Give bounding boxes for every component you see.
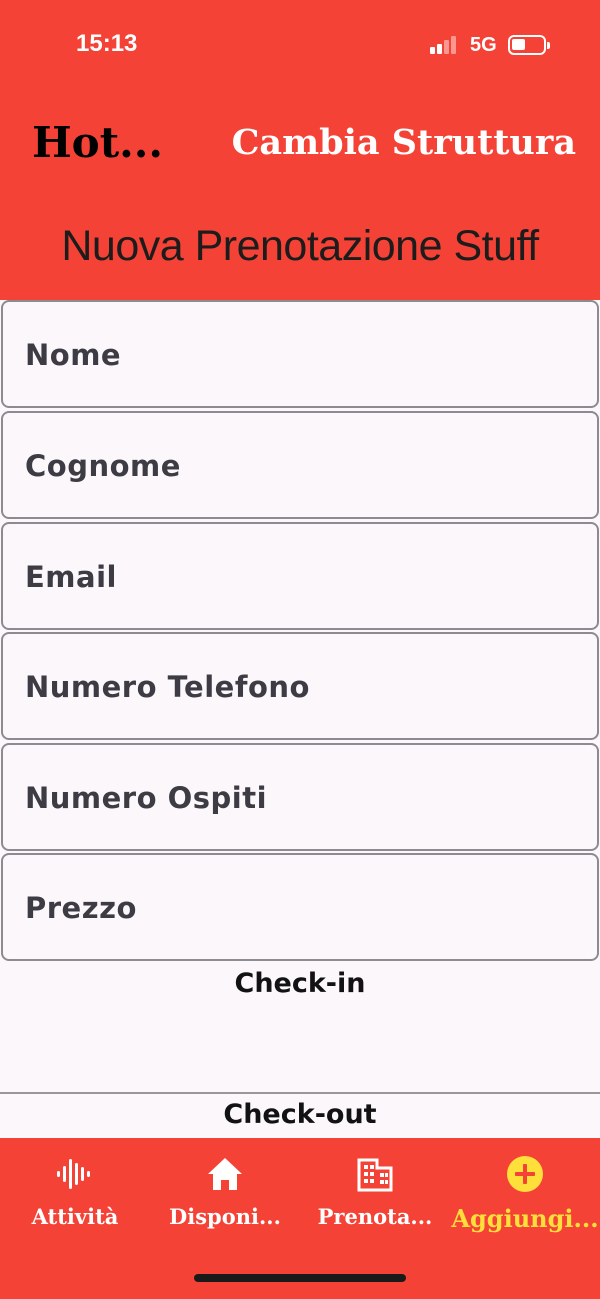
checkin-label: Check-in — [234, 968, 366, 999]
last-name-field[interactable]: Cognome — [1, 411, 599, 519]
last-name-label: Cognome — [25, 449, 181, 483]
plus-circle-icon — [507, 1156, 543, 1192]
battery-icon — [508, 35, 550, 55]
email-label: Email — [25, 560, 117, 594]
change-structure-button[interactable]: Cambia Struttura — [232, 122, 576, 163]
tab-add[interactable]: Aggiungi... — [450, 1138, 600, 1248]
page-title: Nuova Prenotazione Stuff — [61, 222, 539, 270]
home-indicator[interactable] — [194, 1274, 406, 1282]
tab-bookings-label: Prenota... — [317, 1204, 433, 1229]
network-label: 5G — [470, 34, 497, 56]
price-label: Prezzo — [25, 891, 137, 925]
guests-label: Numero Ospiti — [25, 781, 268, 815]
tab-activity-label: Attività — [31, 1204, 119, 1229]
tab-add-label: Aggiungi... — [451, 1204, 599, 1233]
signal-icon — [430, 36, 462, 54]
status-bar: 15:13 5G — [0, 0, 600, 88]
first-name-label: Nome — [25, 338, 122, 372]
guests-field[interactable]: Numero Ospiti — [1, 743, 599, 851]
tab-activity[interactable]: Attività — [0, 1138, 150, 1248]
app-title: Hot... — [32, 118, 163, 167]
status-time: 15:13 — [76, 30, 138, 57]
divider — [0, 1092, 600, 1094]
checkout-label: Check-out — [223, 1099, 377, 1130]
tab-availability-label: Disponi... — [169, 1204, 281, 1229]
tab-bookings[interactable]: Prenota... — [300, 1138, 450, 1248]
waveform-icon — [57, 1159, 90, 1189]
tab-availability[interactable]: Disponi... — [150, 1138, 300, 1248]
tab-bar: Attività Disponi... Prenota... Aggiungi.… — [0, 1138, 600, 1299]
phone-field[interactable]: Numero Telefono — [1, 632, 599, 740]
header: 15:13 5G Hot... Cambia Struttura Nuova P… — [0, 0, 600, 300]
building-icon — [357, 1158, 393, 1192]
home-icon — [208, 1158, 242, 1190]
first-name-field[interactable]: Nome — [1, 300, 599, 408]
price-field[interactable]: Prezzo — [1, 853, 599, 961]
email-field[interactable]: Email — [1, 522, 599, 630]
phone-label: Numero Telefono — [25, 670, 310, 704]
